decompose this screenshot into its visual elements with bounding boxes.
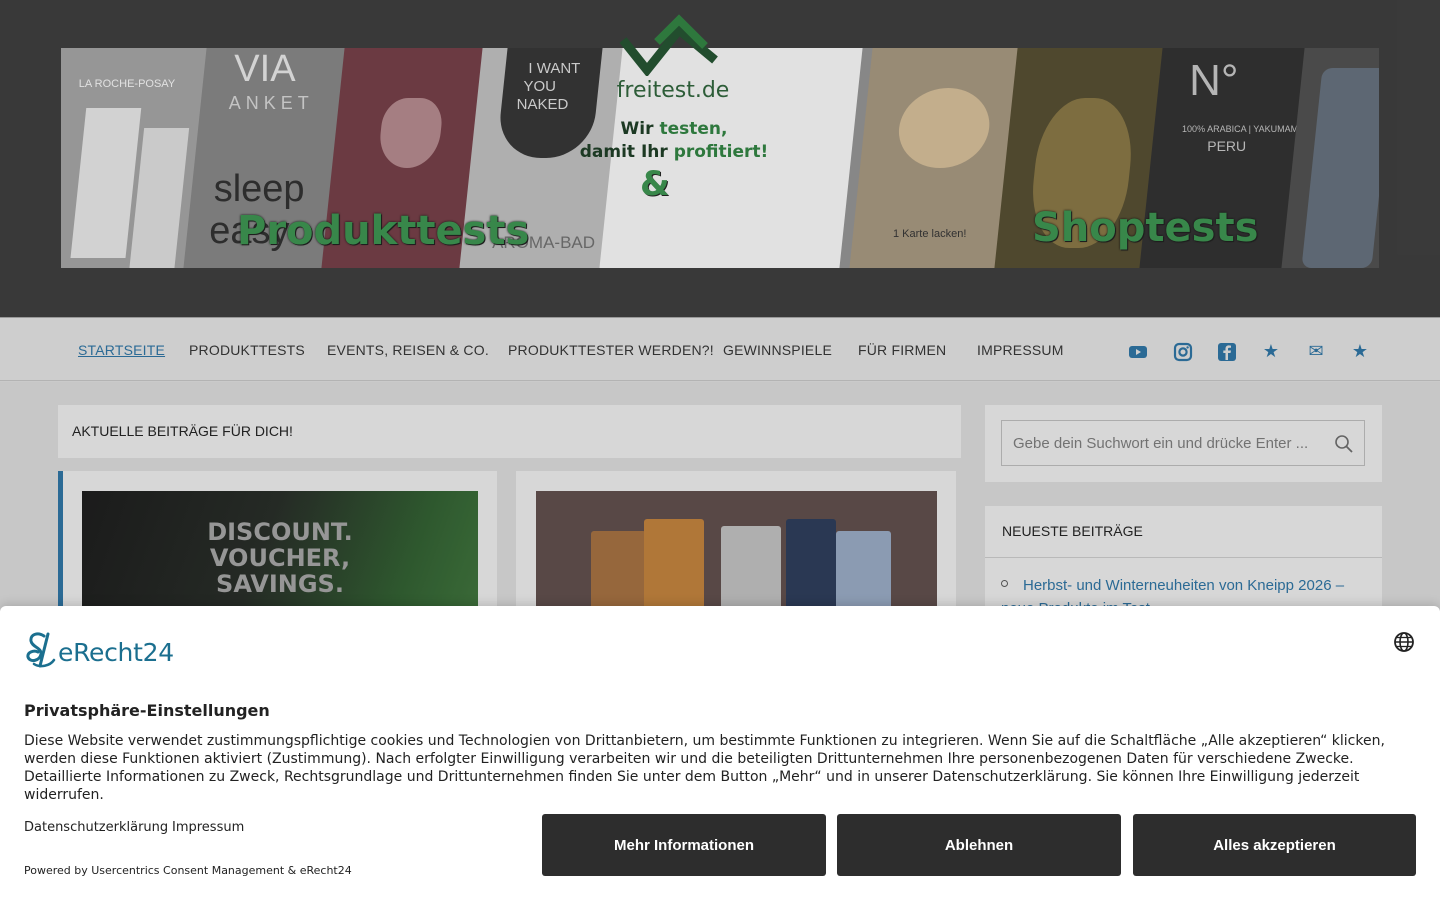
erecht24-logo-text: eRecht24: [58, 638, 174, 667]
privacy-policy-link[interactable]: Datenschutzerklärung: [24, 820, 168, 835]
powered-by-text: Powered by Usercentrics Consent Manageme…: [24, 864, 352, 877]
consent-title: Privatsphäre-Einstellungen: [24, 701, 270, 720]
erecht24-logo-icon: [26, 632, 56, 668]
accept-all-button[interactable]: Alles akzeptieren: [1133, 814, 1416, 876]
cookie-consent-dialog: eRecht24 Privatsphäre-Einstellungen Dies…: [0, 606, 1440, 900]
imprint-link[interactable]: Impressum: [172, 820, 244, 835]
deny-button[interactable]: Ablehnen: [837, 814, 1121, 876]
consent-description: Diese Website verwendet zustimmungspflic…: [24, 733, 1385, 803]
more-info-button[interactable]: Mehr Informationen: [542, 814, 826, 876]
language-globe-icon[interactable]: [1393, 631, 1415, 653]
